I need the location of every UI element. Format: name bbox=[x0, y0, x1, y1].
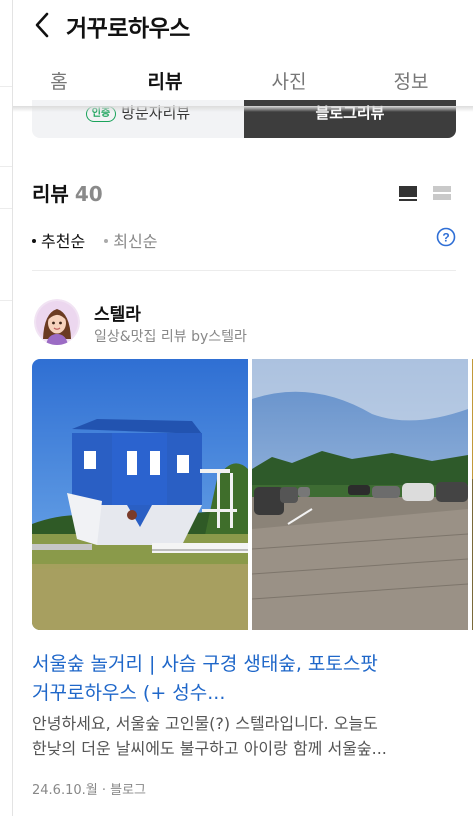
help-button[interactable]: ? bbox=[436, 227, 456, 247]
post-excerpt[interactable]: 안녕하세요, 서울숲 고인물(?) 스텔라입니다. 오늘도 한낮의 더운 날씨에… bbox=[32, 711, 456, 761]
post-title-line: 서울숲 놀거리 | 사슴 구경 생태숲, 포토스팟 bbox=[32, 653, 378, 675]
sort-recommended-label: 추천순 bbox=[41, 232, 86, 251]
place-review-panel: 거꾸로하우스 홈 리뷰 사진 정보 인증 방문자리뷰 블로그리뷰 리뷰 40 추천순… bbox=[13, 0, 473, 816]
author-description: 일상&맛집 리뷰 by스텔라 bbox=[94, 329, 247, 345]
left-rail bbox=[0, 0, 13, 816]
tab-reviews[interactable]: 리뷰 bbox=[125, 58, 205, 108]
tab-bar-shadow bbox=[13, 106, 473, 112]
avatar-illustration bbox=[34, 299, 80, 345]
post-title-line: 거꾸로하우스 (+ 성수... bbox=[32, 682, 226, 704]
review-heading-label: 리뷰 bbox=[32, 182, 69, 206]
upside-down-house-photo bbox=[32, 359, 248, 630]
post-excerpt-line: 한낮의 더운 날씨에도 불구하고 아이랑 함께 서울숲... bbox=[32, 739, 387, 758]
post-date: 24.6.10.월 bbox=[32, 783, 98, 798]
post-source: 블로그 bbox=[110, 783, 147, 798]
page-title: 거꾸로하우스 bbox=[66, 16, 190, 42]
sort-dot bbox=[104, 239, 109, 243]
review-count-heading: 리뷰 40 bbox=[32, 178, 103, 207]
rail-line bbox=[0, 166, 12, 167]
author-name[interactable]: 스텔라 bbox=[94, 300, 141, 325]
sort-recommended[interactable]: 추천순 bbox=[32, 228, 85, 252]
sort-dot bbox=[32, 239, 36, 243]
tab-home[interactable]: 홈 bbox=[19, 58, 99, 106]
photo-carousel bbox=[32, 359, 473, 630]
tab-bar: 홈 리뷰 사진 정보 bbox=[13, 58, 473, 108]
rail-line bbox=[0, 300, 12, 301]
parking-lot-photo bbox=[252, 359, 468, 630]
post-meta: 24.6.10.월 · 블로그 bbox=[32, 779, 146, 798]
list-view-icon bbox=[399, 186, 417, 201]
divider bbox=[32, 270, 456, 271]
review-count: 40 bbox=[74, 182, 103, 206]
back-arrow-icon bbox=[35, 12, 49, 38]
card-view-button[interactable] bbox=[432, 183, 452, 203]
post-photo[interactable] bbox=[252, 359, 468, 630]
sort-latest[interactable]: 최신순 bbox=[104, 228, 157, 252]
post-title-link[interactable]: 서울숲 놀거리 | 사슴 구경 생태숲, 포토스팟 거꾸로하우스 (+ 성수..… bbox=[32, 650, 456, 708]
svg-text:?: ? bbox=[442, 231, 449, 245]
sort-latest-label: 최신순 bbox=[113, 232, 158, 251]
tab-photos[interactable]: 사진 bbox=[249, 58, 329, 106]
avatar[interactable] bbox=[34, 299, 80, 345]
tab-info[interactable]: 정보 bbox=[371, 58, 451, 106]
post-excerpt-line: 안녕하세요, 서울숲 고인물(?) 스텔라입니다. 오늘도 bbox=[32, 714, 378, 733]
meta-separator: · bbox=[101, 783, 111, 798]
sort-options: 추천순 최신순 bbox=[32, 228, 171, 252]
rail-line bbox=[0, 208, 12, 209]
back-button[interactable] bbox=[27, 10, 57, 40]
card-view-icon bbox=[433, 186, 451, 200]
help-icon: ? bbox=[436, 227, 456, 247]
header: 거꾸로하우스 bbox=[13, 0, 473, 50]
list-view-button[interactable] bbox=[398, 183, 418, 203]
rail-line bbox=[0, 86, 12, 87]
post-photo[interactable] bbox=[32, 359, 248, 630]
